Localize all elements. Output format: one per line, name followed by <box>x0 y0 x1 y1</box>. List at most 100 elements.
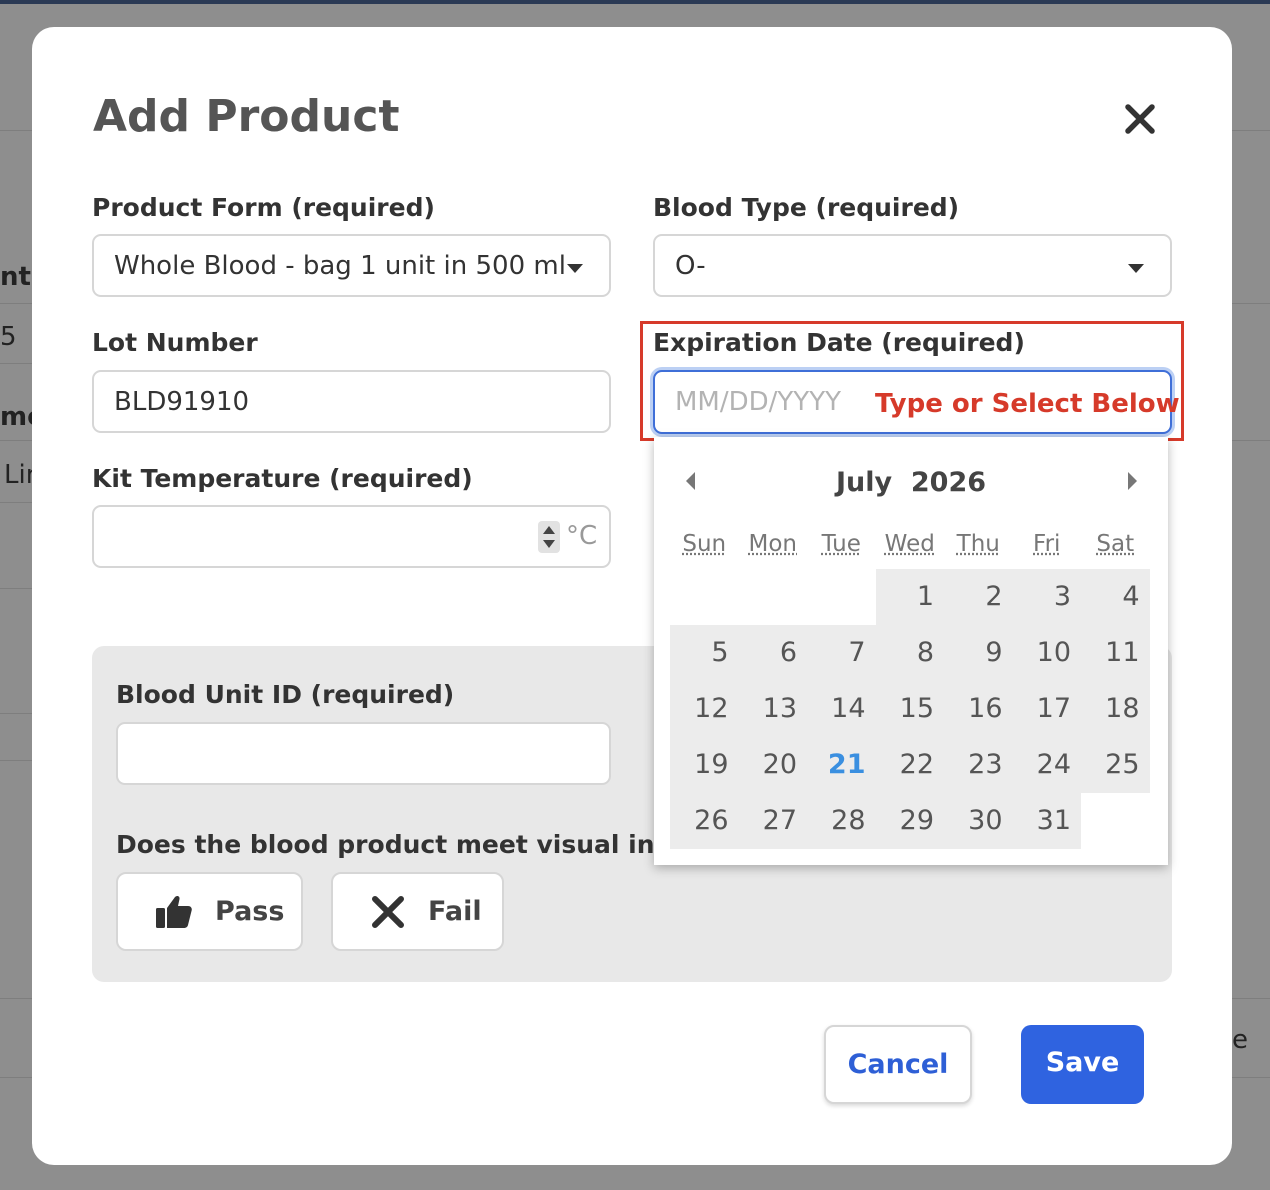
calendar-day[interactable]: 8 <box>875 625 944 681</box>
calendar-day-number: 4 <box>1122 581 1140 612</box>
blood-type-value: O- <box>675 251 706 281</box>
product-form-select[interactable]: Whole Blood - bag 1 unit in 500 ml <box>92 234 611 297</box>
save-button[interactable]: Save <box>1021 1025 1144 1104</box>
cancel-button[interactable]: Cancel <box>824 1025 972 1104</box>
calendar-day-number: 27 <box>762 805 797 836</box>
weekday-label: Sat <box>1096 531 1135 557</box>
page-top-bar <box>0 0 1270 4</box>
calendar-day-number: 2 <box>985 581 1003 612</box>
calendar-day-number: 24 <box>1036 749 1071 780</box>
calendar-day[interactable]: 29 <box>875 793 944 849</box>
expiration-date-placeholder: MM/DD/YYYY <box>675 387 841 417</box>
stepper-down-icon[interactable] <box>543 540 555 548</box>
calendar-day-number: 26 <box>694 805 729 836</box>
blood-unit-id-input[interactable] <box>116 722 611 785</box>
calendar-day[interactable]: 24 <box>1012 737 1081 793</box>
close-icon[interactable] <box>1120 99 1160 139</box>
bg-divider <box>1232 130 1270 131</box>
calendar-day-number: 14 <box>831 693 866 724</box>
calendar-day[interactable]: 1 <box>875 569 944 625</box>
lot-number-input[interactable]: BLD91910 <box>92 370 611 433</box>
weekday-label: Wed <box>884 531 935 557</box>
calendar-day[interactable]: 19 <box>670 737 739 793</box>
calendar-day[interactable]: 10 <box>1012 625 1081 681</box>
calendar-day-number: 9 <box>985 637 1003 668</box>
calendar-day-number: 20 <box>762 749 797 780</box>
modal-title: Add Product <box>93 91 400 142</box>
calendar-day-number: 8 <box>916 637 934 668</box>
calendar-day-number: 10 <box>1036 637 1071 668</box>
calendar-day-number: 23 <box>968 749 1003 780</box>
calendar-day-number: 3 <box>1053 581 1071 612</box>
calendar-day[interactable]: 15 <box>875 681 944 737</box>
bg-text-fragment: me <box>0 402 32 432</box>
weekday-label: Thu <box>956 531 1000 557</box>
calendar-day[interactable]: 14 <box>807 681 876 737</box>
calendar-day[interactable]: 20 <box>738 737 807 793</box>
calendar-month-title: July 2026 <box>835 467 987 498</box>
product-form-value: Whole Blood - bag 1 unit in 500 ml <box>114 251 566 281</box>
calendar-day[interactable]: 12 <box>670 681 739 737</box>
lot-number-value: BLD91910 <box>114 387 250 417</box>
calendar-day-number: 1 <box>916 581 934 612</box>
calendar-day[interactable]: 21 <box>807 737 876 793</box>
blood-type-label: Blood Type (required) <box>653 193 960 222</box>
calendar-day[interactable]: 7 <box>807 625 876 681</box>
calendar-day[interactable]: 16 <box>944 681 1013 737</box>
bg-text-fragment: Lin <box>4 460 32 490</box>
next-month-icon[interactable] <box>1128 472 1137 490</box>
calendar-day-number: 17 <box>1036 693 1071 724</box>
calendar-day-number: 18 <box>1105 693 1140 724</box>
calendar-day-number: 25 <box>1105 749 1140 780</box>
calendar-day[interactable]: 25 <box>1081 737 1150 793</box>
weekday-label: Fri <box>1033 531 1061 557</box>
calendar-day[interactable]: 30 <box>944 793 1013 849</box>
calendar-day[interactable]: 28 <box>807 793 876 849</box>
calendar-day-number: 5 <box>711 637 729 668</box>
calendar-day-number: 12 <box>694 693 729 724</box>
calendar-day[interactable]: 6 <box>738 625 807 681</box>
calendar-day[interactable]: 4 <box>1081 569 1150 625</box>
weekday-label: Tue <box>821 531 861 557</box>
calendar-day[interactable]: 23 <box>944 737 1013 793</box>
calendar-day[interactable]: 2 <box>944 569 1013 625</box>
kit-temperature-input[interactable]: °C <box>92 505 611 568</box>
calendar-day[interactable]: 3 <box>1012 569 1081 625</box>
calendar-day-number: 11 <box>1105 637 1140 668</box>
calendar-day-number: 16 <box>968 693 1003 724</box>
calendar-day[interactable]: 26 <box>670 793 739 849</box>
calendar-day[interactable]: 5 <box>670 625 739 681</box>
x-icon <box>372 896 404 928</box>
calendar-day[interactable]: 17 <box>1012 681 1081 737</box>
visual-inspection-question: Does the blood product meet visual inspe… <box>116 830 732 859</box>
calendar-day[interactable]: 18 <box>1081 681 1150 737</box>
bg-text-fragment: 5 <box>0 322 17 352</box>
fail-button[interactable]: Fail <box>331 872 504 951</box>
blood-type-select[interactable]: O- <box>653 234 1172 297</box>
save-label: Save <box>1045 1047 1120 1078</box>
kit-temperature-label: Kit Temperature (required) <box>92 464 473 493</box>
calendar-day[interactable]: 9 <box>944 625 1013 681</box>
bg-divider <box>1232 303 1270 304</box>
calendar-day-number: 7 <box>848 637 866 668</box>
calendar-day[interactable]: 27 <box>738 793 807 849</box>
calendar-day[interactable]: 11 <box>1081 625 1150 681</box>
weekday-label: Sun <box>682 531 727 557</box>
stepper-up-icon[interactable] <box>543 526 555 534</box>
add-product-modal: Add Product Product Form (required) Whol… <box>32 27 1232 1165</box>
calendar-day[interactable]: 31 <box>1012 793 1081 849</box>
pass-button[interactable]: Pass <box>116 872 303 951</box>
calendar-weekday-header: Sun Mon Tue Wed Thu Fri Sat <box>670 531 1150 561</box>
calendar-day-number: 13 <box>762 693 797 724</box>
calendar-day[interactable]: 13 <box>738 681 807 737</box>
temperature-unit: °C <box>566 521 598 551</box>
weekday-label: Mon <box>748 531 798 557</box>
calendar-day[interactable]: 22 <box>875 737 944 793</box>
blood-unit-id-label: Blood Unit ID (required) <box>116 680 455 709</box>
chevron-down-icon <box>567 264 583 273</box>
expiration-date-input[interactable]: MM/DD/YYYY Type or Select Below <box>653 370 1180 434</box>
number-stepper[interactable] <box>538 521 560 553</box>
calendar-day-number: 28 <box>831 805 866 836</box>
fail-label: Fail <box>428 896 482 927</box>
calendar-day-number: 15 <box>899 693 934 724</box>
